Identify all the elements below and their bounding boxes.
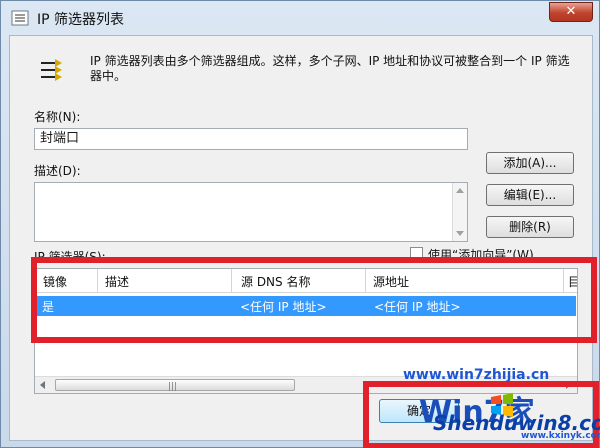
name-label: 名称(N): xyxy=(34,110,81,124)
window-title: IP 筛选器列表 xyxy=(37,12,125,28)
dialog-window: IP 筛选器列表 ✕ IP 筛选器列表由多个筛选器组成。这样，多个子网、IP 地… xyxy=(0,0,600,448)
filter-arrows-icon xyxy=(41,59,62,81)
watermark-sub: www.kxinyk.com xyxy=(521,431,600,441)
scroll-up-icon[interactable] xyxy=(456,188,464,193)
remove-button[interactable]: 删除(R) xyxy=(486,216,574,238)
close-button[interactable]: ✕ xyxy=(549,2,593,22)
scroll-down-icon[interactable] xyxy=(456,231,464,236)
description-label: 描述(D): xyxy=(34,164,81,178)
name-field[interactable]: 封端口 xyxy=(34,128,468,150)
dialog-description: IP 筛选器列表由多个筛选器组成。这样，多个子网、IP 地址和协议可被整合到一个… xyxy=(90,54,570,83)
scroll-left-button[interactable] xyxy=(36,378,51,392)
title-bar[interactable]: IP 筛选器列表 ✕ xyxy=(1,1,600,35)
add-button[interactable]: 添加(A)... xyxy=(486,152,574,174)
description-field[interactable] xyxy=(34,182,468,242)
edit-button[interactable]: 编辑(E)... xyxy=(486,184,574,206)
highlight-box-list xyxy=(31,257,597,343)
description-scrollbar[interactable] xyxy=(452,183,467,241)
filter-list-icon xyxy=(11,10,29,26)
scroll-thumb[interactable]: ||| xyxy=(55,379,295,392)
grip-icon: ||| xyxy=(168,382,178,392)
watermark-site: www.win7zhijia.cn xyxy=(403,367,550,383)
arrow-left-icon xyxy=(40,381,45,389)
